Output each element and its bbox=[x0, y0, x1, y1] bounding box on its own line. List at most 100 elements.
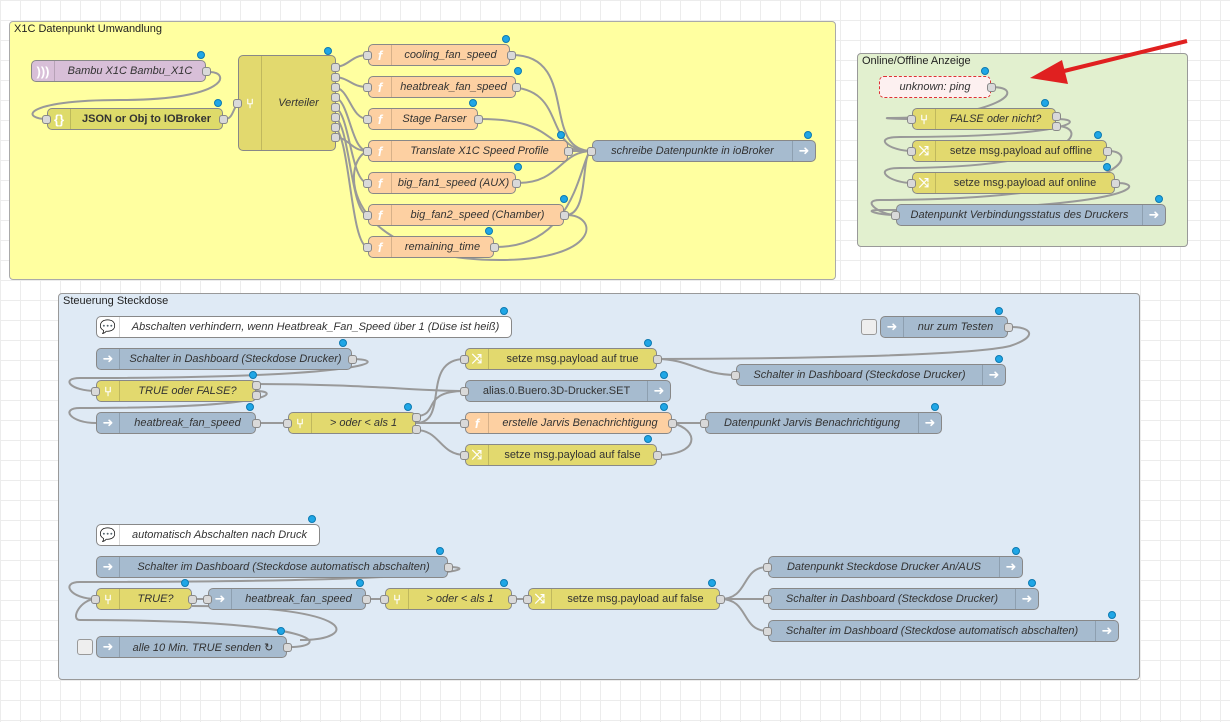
node-heatbreak-fan-speed-in-1[interactable]: ➜ heatbreak_fan_speed bbox=[96, 412, 256, 434]
output-port[interactable] bbox=[188, 595, 197, 604]
input-port[interactable] bbox=[763, 627, 772, 636]
output-port[interactable] bbox=[252, 391, 261, 400]
output-port[interactable] bbox=[512, 179, 521, 188]
output-port[interactable] bbox=[252, 381, 261, 390]
comment-abschalten-verhindern[interactable]: 💬 Abschalten verhindern, wenn Heatbreak_… bbox=[96, 316, 512, 338]
output-port[interactable] bbox=[507, 51, 516, 60]
input-port[interactable] bbox=[42, 115, 51, 124]
input-port[interactable] bbox=[203, 595, 212, 604]
node-set-online[interactable]: ⤨ setze msg.payload auf online bbox=[912, 172, 1115, 194]
input-port[interactable] bbox=[460, 387, 469, 396]
input-port[interactable] bbox=[363, 179, 372, 188]
output-port[interactable] bbox=[508, 595, 517, 604]
node-alias-buero-set[interactable]: alias.0.Buero.3D-Drucker.SET ➜ bbox=[465, 380, 671, 402]
node-schreibe-datenpunkte[interactable]: schreibe Datenpunkte in ioBroker ➜ bbox=[592, 140, 816, 162]
output-port[interactable] bbox=[1052, 122, 1061, 131]
output-port[interactable] bbox=[331, 133, 340, 142]
node-false-oder-nicht[interactable]: ⑂ FALSE oder nicht? bbox=[912, 108, 1056, 130]
comment-automatisch-abschalten[interactable]: 💬 automatisch Abschalten nach Druck bbox=[96, 524, 320, 546]
output-port[interactable] bbox=[331, 73, 340, 82]
node-ping[interactable]: unknown: ping bbox=[879, 76, 991, 98]
output-port[interactable] bbox=[331, 83, 340, 92]
input-port[interactable] bbox=[233, 99, 242, 108]
input-port[interactable] bbox=[907, 115, 916, 124]
node-schalter-dashboard-1[interactable]: ➜ Schalter in Dashboard (Steckdose Druck… bbox=[96, 348, 352, 370]
node-stage-parser[interactable]: f Stage Parser bbox=[368, 108, 478, 130]
output-port[interactable] bbox=[512, 83, 521, 92]
output-port[interactable] bbox=[716, 595, 725, 604]
node-cooling-fan-speed[interactable]: f cooling_fan_speed bbox=[368, 44, 510, 66]
input-port[interactable] bbox=[731, 371, 740, 380]
input-port[interactable] bbox=[363, 147, 372, 156]
node-big-fan2-speed[interactable]: f big_fan2_speed (Chamber) bbox=[368, 204, 564, 226]
inject-button[interactable] bbox=[77, 639, 93, 655]
output-port[interactable] bbox=[560, 211, 569, 220]
output-port[interactable] bbox=[987, 83, 996, 92]
node-json-to-iobroker[interactable]: {} JSON or Obj to IOBroker bbox=[47, 108, 223, 130]
node-erstelle-jarvis[interactable]: f erstelle Jarvis Benachrichtigung bbox=[465, 412, 672, 434]
node-true-oder-false[interactable]: ⑂ TRUE oder FALSE? bbox=[96, 380, 256, 402]
input-port[interactable] bbox=[763, 595, 772, 604]
node-groesser-kleiner-1[interactable]: ⑂ > oder < als 1 bbox=[288, 412, 416, 434]
node-mqtt-in[interactable]: ))) Bambu X1C Bambu_X1C bbox=[31, 60, 206, 82]
input-port[interactable] bbox=[460, 451, 469, 460]
node-heatbreak-fan-speed-in-2[interactable]: ➜ heatbreak_fan_speed bbox=[208, 588, 366, 610]
output-port[interactable] bbox=[348, 355, 357, 364]
input-port[interactable] bbox=[363, 83, 372, 92]
node-alle-10-min[interactable]: ➜ alle 10 Min. TRUE senden ↻ bbox=[96, 636, 287, 658]
output-port[interactable] bbox=[653, 355, 662, 364]
node-nur-zum-testen[interactable]: ➜ nur zum Testen bbox=[880, 316, 1008, 338]
input-port[interactable] bbox=[891, 211, 900, 220]
inject-button[interactable] bbox=[861, 319, 877, 335]
output-port[interactable] bbox=[252, 419, 261, 428]
input-port[interactable] bbox=[283, 419, 292, 428]
input-port[interactable] bbox=[460, 355, 469, 364]
node-true-check[interactable]: ⑂ TRUE? bbox=[96, 588, 192, 610]
node-schalter-dashboard-2[interactable]: Schalter in Dashboard (Steckdose Drucker… bbox=[736, 364, 1006, 386]
output-port[interactable] bbox=[219, 115, 228, 124]
output-port[interactable] bbox=[412, 425, 421, 434]
output-port[interactable] bbox=[1103, 147, 1112, 156]
output-port[interactable] bbox=[362, 595, 371, 604]
output-port[interactable] bbox=[283, 643, 292, 652]
input-port[interactable] bbox=[363, 211, 372, 220]
input-port[interactable] bbox=[363, 243, 372, 252]
input-port[interactable] bbox=[523, 595, 532, 604]
output-port[interactable] bbox=[331, 63, 340, 72]
output-port[interactable] bbox=[490, 243, 499, 252]
output-port[interactable] bbox=[564, 147, 573, 156]
output-port[interactable] bbox=[668, 419, 677, 428]
node-groesser-kleiner-2[interactable]: ⑂ > oder < als 1 bbox=[385, 588, 512, 610]
input-port[interactable] bbox=[363, 115, 372, 124]
input-port[interactable] bbox=[380, 595, 389, 604]
node-set-offline[interactable]: ⤨ setze msg.payload auf offline bbox=[912, 140, 1107, 162]
node-big-fan1-speed[interactable]: f big_fan1_speed (AUX) bbox=[368, 172, 516, 194]
node-datenpunkt-verbindungsstatus[interactable]: Datenpunkt Verbindungsstatus des Drucker… bbox=[896, 204, 1166, 226]
output-port[interactable] bbox=[474, 115, 483, 124]
node-remaining-time[interactable]: f remaining_time bbox=[368, 236, 494, 258]
output-port[interactable] bbox=[1052, 112, 1061, 121]
input-port[interactable] bbox=[91, 595, 100, 604]
output-port[interactable] bbox=[1111, 179, 1120, 188]
output-port[interactable] bbox=[331, 93, 340, 102]
input-port[interactable] bbox=[460, 419, 469, 428]
output-port[interactable] bbox=[202, 67, 211, 76]
node-datenpunkt-steckdose[interactable]: Datenpunkt Steckdose Drucker An/AUS ➜ bbox=[768, 556, 1023, 578]
input-port[interactable] bbox=[763, 563, 772, 572]
node-translate-x1c-speed-profile[interactable]: f Translate X1C Speed Profile bbox=[368, 140, 568, 162]
node-set-payload-true[interactable]: ⤨ setze msg.payload auf true bbox=[465, 348, 657, 370]
input-port[interactable] bbox=[907, 179, 916, 188]
input-port[interactable] bbox=[907, 147, 916, 156]
input-port[interactable] bbox=[91, 387, 100, 396]
input-port[interactable] bbox=[363, 51, 372, 60]
output-port[interactable] bbox=[444, 563, 453, 572]
node-schalter-auto-abschalten-out[interactable]: Schalter im Dashboard (Steckdose automat… bbox=[768, 620, 1119, 642]
output-port[interactable] bbox=[412, 413, 421, 422]
input-port[interactable] bbox=[700, 419, 709, 428]
node-set-payload-false-1[interactable]: ⤨ setze msg.payload auf false bbox=[465, 444, 657, 466]
output-port[interactable] bbox=[331, 113, 340, 122]
node-datenpunkt-jarvis[interactable]: Datenpunkt Jarvis Benachrichtigung ➜ bbox=[705, 412, 942, 434]
output-port[interactable] bbox=[653, 451, 662, 460]
node-heatbreak-fan-speed[interactable]: f heatbreak_fan_speed bbox=[368, 76, 516, 98]
output-port[interactable] bbox=[1004, 323, 1013, 332]
